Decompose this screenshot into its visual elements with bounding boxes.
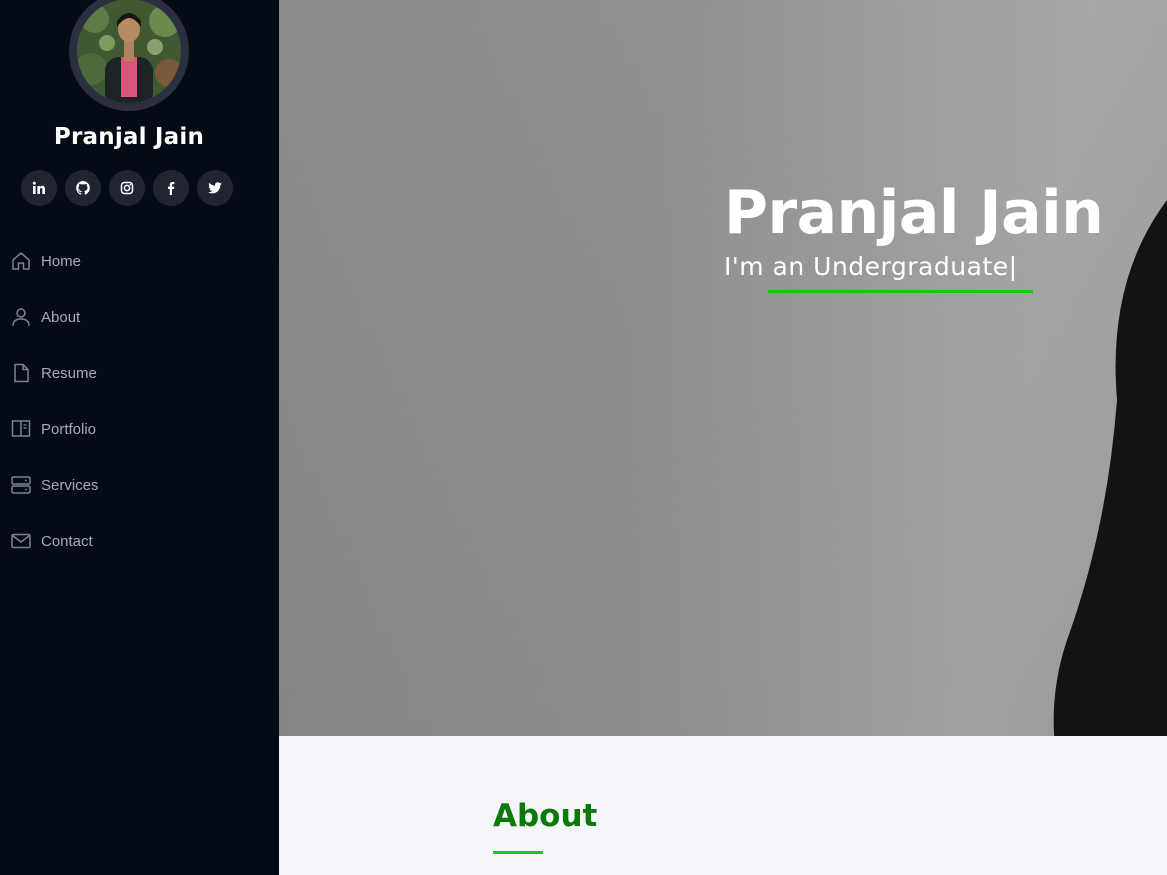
facebook-link[interactable] xyxy=(153,170,189,206)
nav-item-label: Resume xyxy=(41,364,97,382)
profile-avatar xyxy=(69,0,189,111)
linkedin-link[interactable] xyxy=(21,170,57,206)
house-icon xyxy=(12,252,30,270)
server-icon xyxy=(11,476,31,494)
twitter-link[interactable] xyxy=(197,170,233,206)
nav-item-label: About xyxy=(41,308,81,326)
linkedin-icon xyxy=(32,181,45,194)
profile-photo xyxy=(77,0,181,103)
nav-item-label: Contact xyxy=(41,532,93,550)
nav-item-home[interactable]: Home xyxy=(0,233,279,289)
hero-section: Pranjal Jain I'm an Undergraduate| xyxy=(279,0,1167,736)
hero-title: Pranjal Jain xyxy=(724,178,1104,248)
hero-background-photo xyxy=(1053,200,1167,736)
typed-text: I'm an Undergraduate xyxy=(724,252,1009,281)
envelope-icon xyxy=(11,533,31,549)
nav-item-portfolio[interactable]: Portfolio xyxy=(0,401,279,457)
github-icon xyxy=(76,181,90,195)
nav-item-label: Portfolio xyxy=(41,420,97,438)
about-section: About xyxy=(279,736,1167,875)
facebook-icon xyxy=(168,181,175,195)
book-icon xyxy=(11,420,31,437)
nav-item-about[interactable]: About xyxy=(0,289,279,345)
person-icon xyxy=(12,308,30,327)
profile-name: Pranjal Jain xyxy=(53,124,205,150)
section-title-about: About xyxy=(493,798,598,834)
section-title-underline xyxy=(493,851,543,854)
file-icon xyxy=(14,363,29,383)
instagram-icon xyxy=(120,181,134,195)
side-navigation: Home About Resume Portfolio Services Con… xyxy=(0,233,279,569)
nav-item-contact[interactable]: Contact xyxy=(0,513,279,569)
social-links xyxy=(21,170,233,206)
sidebar: Pranjal Jain Home About Resume Portfolio… xyxy=(0,0,279,875)
twitter-icon xyxy=(208,182,222,194)
hero-subtitle: I'm an Undergraduate| xyxy=(724,252,1018,281)
nav-item-label: Services xyxy=(41,476,99,494)
nav-item-services[interactable]: Services xyxy=(0,457,279,513)
github-link[interactable] xyxy=(65,170,101,206)
nav-item-label: Home xyxy=(41,252,82,270)
typing-cursor: | xyxy=(1008,252,1018,281)
instagram-link[interactable] xyxy=(109,170,145,206)
subtitle-underline xyxy=(768,290,1033,293)
nav-item-resume[interactable]: Resume xyxy=(0,345,279,401)
